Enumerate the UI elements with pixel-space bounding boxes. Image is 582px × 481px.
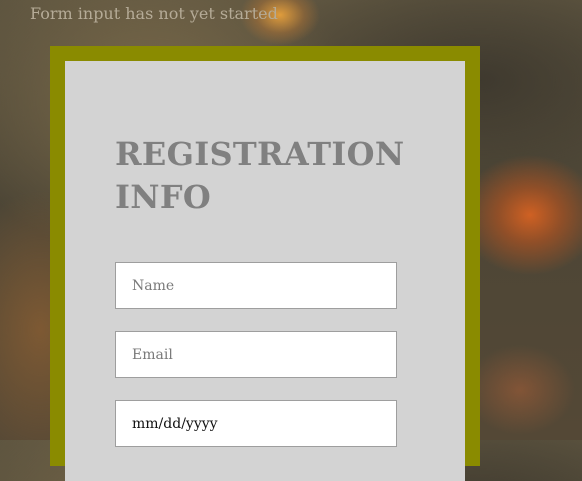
form-status-text: Form input has not yet started (30, 4, 278, 23)
email-input[interactable] (115, 331, 397, 378)
registration-card-frame: REGISTRATION INFO mm/dd/yyyy (50, 46, 480, 481)
date-input-format: mm/dd/yyyy (132, 415, 218, 432)
form-title: REGISTRATION INFO (115, 135, 405, 216)
name-input[interactable] (115, 262, 397, 309)
registration-card: REGISTRATION INFO mm/dd/yyyy (65, 61, 465, 481)
